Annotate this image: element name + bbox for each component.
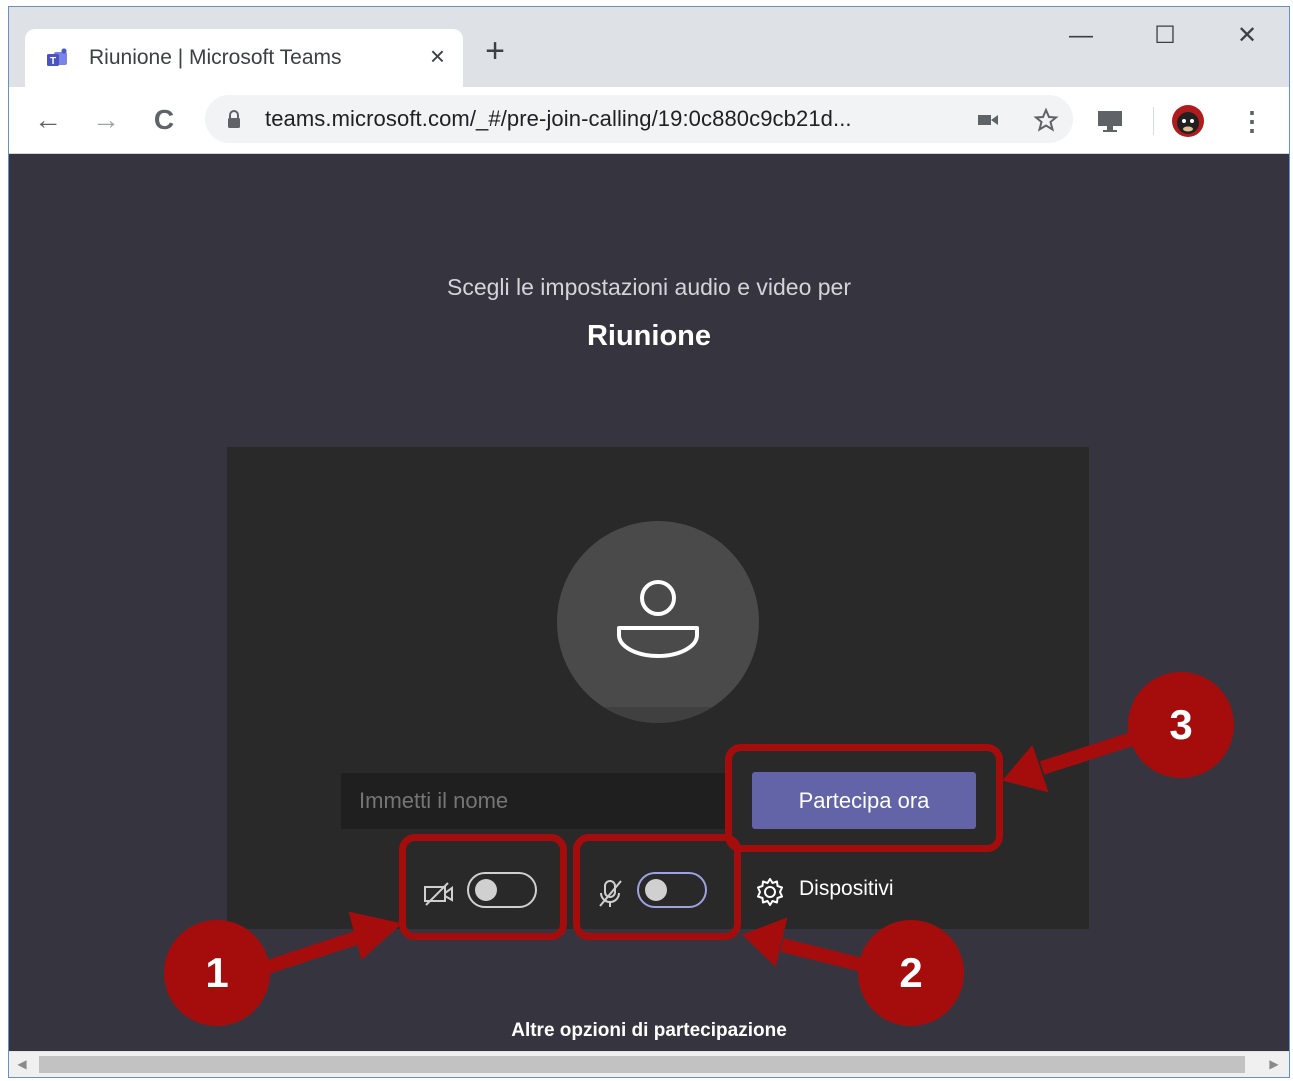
- annotation-badge-1: 1: [164, 920, 270, 1026]
- annotation-badge-2: 2: [858, 920, 964, 1026]
- annotation-arrows: [262, 731, 1138, 975]
- annotation-badge-3: 3: [1128, 672, 1234, 778]
